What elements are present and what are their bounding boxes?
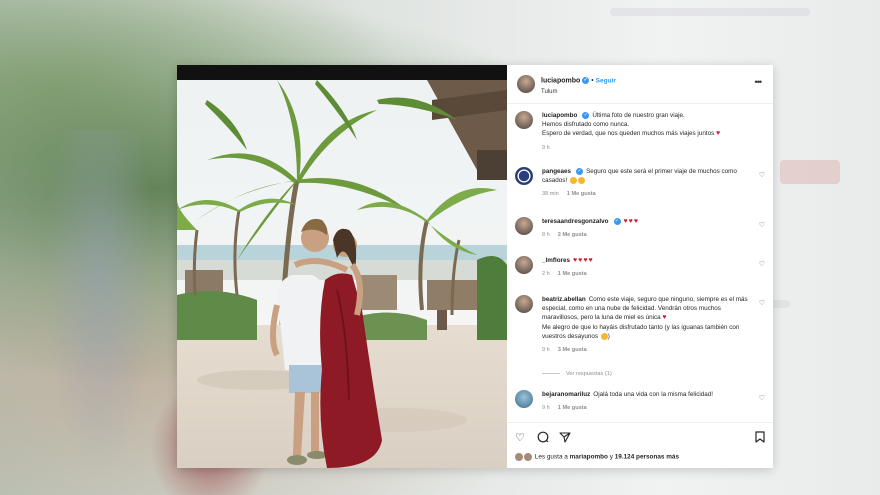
likes-count[interactable]: 19.124 personas más xyxy=(615,454,679,461)
comment-time: 38 min xyxy=(542,191,559,198)
caption-line-1: Última foto de nuestro gran viaje. xyxy=(592,112,685,119)
liker-avatar xyxy=(515,453,523,461)
comment-likes[interactable]: 1 Me gusta xyxy=(567,191,596,197)
comment-item: pangeaes ✓ Seguro que este será el primer … xyxy=(515,167,765,197)
caption: luciapombo ✓ Última foto de nuestro gran v… xyxy=(515,111,765,151)
comment-avatar[interactable] xyxy=(515,167,533,185)
comment-item: beatriz.abellan Como este viaje, seguro q… xyxy=(515,295,765,353)
comment-likes[interactable]: 1 Me gusta xyxy=(558,405,587,411)
comment-likes[interactable]: 1 Me gusta xyxy=(558,271,587,277)
comment-item: _lmflores ♥♥♥♥ 2 h 1 Me gusta ♡ xyxy=(515,256,765,277)
likes-user[interactable]: mariapombo xyxy=(570,454,608,461)
share-icon[interactable] xyxy=(559,431,571,446)
comment-avatar[interactable] xyxy=(515,256,533,274)
author-avatar[interactable] xyxy=(517,75,535,93)
comment-username[interactable]: teresaandresgonzalvo xyxy=(542,218,609,225)
caption-line-3: Espero de verdad, que nos queden muchos … xyxy=(542,130,715,138)
blurred-person xyxy=(40,130,160,495)
caption-avatar[interactable] xyxy=(515,111,533,129)
author-name[interactable]: luciapombo ✓ • Seguir xyxy=(541,77,616,84)
blurred-text-line xyxy=(610,8,810,16)
heart-icon[interactable]: ♡ xyxy=(759,171,765,179)
emoji-icon xyxy=(600,332,608,340)
heart-icon[interactable]: ♡ xyxy=(759,394,765,402)
post-panel: luciapombo ✓ • Seguir Tulum ••• luciapomb… xyxy=(507,65,773,468)
location-link[interactable]: Tulum xyxy=(541,89,557,95)
follow-button[interactable]: Seguir xyxy=(596,77,616,84)
hearts-emoji: ♥♥♥♥ xyxy=(573,257,594,264)
comment-item: teresaandresgonzalvo ✓ ♥♥♥ 8 h 2 Me gusta ♡ xyxy=(515,217,765,238)
heart-icon[interactable]: ♡ xyxy=(515,431,525,444)
beach-photo xyxy=(177,80,507,468)
comment-item: bejaranomariluz Ojalá toda una vida con l… xyxy=(515,390,765,411)
post-photo xyxy=(177,65,507,468)
caption-username[interactable]: luciapombo xyxy=(542,112,577,119)
comment-username[interactable]: pangeaes xyxy=(542,168,571,175)
comment-username[interactable]: beatriz.abellan xyxy=(542,296,586,303)
view-replies-button[interactable]: Ver respuestas (1) xyxy=(542,371,612,377)
comment-likes[interactable]: 3 Me gusta xyxy=(558,347,587,353)
author-username[interactable]: luciapombo xyxy=(541,77,580,84)
heart-icon[interactable]: ♡ xyxy=(759,260,765,268)
view-replies-label[interactable]: Ver respuestas (1) xyxy=(566,371,612,377)
comment-time: 2 h xyxy=(542,271,550,278)
caption-line-2: Hemos disfrutado como nunca. xyxy=(542,121,630,129)
action-bar: ♡ Les gusta a mariapombo y 19.124 person… xyxy=(507,422,773,468)
comment-text: Ojalá toda una vida con la misma felicid… xyxy=(593,391,714,398)
caption-time: 9 h xyxy=(542,144,550,151)
heart-emoji: ♥ xyxy=(715,130,722,138)
blurred-badge xyxy=(780,160,840,184)
comment-likes[interactable]: 2 Me gusta xyxy=(558,232,587,238)
comment-icon[interactable] xyxy=(537,431,549,446)
comment-time: 9 h xyxy=(542,347,550,354)
comment-avatar[interactable] xyxy=(515,217,533,235)
liker-avatar xyxy=(524,453,532,461)
verified-icon: ✓ xyxy=(582,77,590,84)
heart-icon[interactable]: ♡ xyxy=(759,299,765,307)
comment-time: 8 h xyxy=(542,232,550,239)
header-divider xyxy=(507,103,773,104)
likes-prefix: Les gusta a xyxy=(534,453,568,461)
likes-connector: y xyxy=(609,453,613,461)
comment-username[interactable]: _lmflores xyxy=(542,257,570,264)
post-header: luciapombo ✓ • Seguir Tulum ••• xyxy=(515,71,765,99)
likes-summary[interactable]: Les gusta a mariapombo y 19.124 personas… xyxy=(515,453,679,461)
comment-text-2: Me alegro de que lo hayáis disfrutado ta… xyxy=(542,323,740,340)
verified-icon: ✓ xyxy=(576,167,584,175)
verified-icon: ✓ xyxy=(582,111,590,119)
comment-avatar[interactable] xyxy=(515,390,533,408)
hearts-emoji: ♥♥♥ xyxy=(623,218,639,225)
comment-username[interactable]: bejaranomariluz xyxy=(542,391,590,398)
verified-icon: ✓ xyxy=(613,217,621,225)
replies-line xyxy=(542,373,560,375)
comment-avatar[interactable] xyxy=(515,295,533,313)
emoji-icon xyxy=(577,177,585,185)
heart-emoji: ♥ xyxy=(662,314,668,322)
bookmark-icon[interactable] xyxy=(755,431,765,446)
comment-time: 9 h xyxy=(542,405,550,412)
heart-icon[interactable]: ♡ xyxy=(759,221,765,229)
emoji-icon xyxy=(569,177,577,185)
more-icon[interactable]: ••• xyxy=(755,77,763,87)
dot-separator: • xyxy=(591,77,594,85)
instagram-post: luciapombo ✓ • Seguir Tulum ••• luciapomb… xyxy=(177,65,773,468)
